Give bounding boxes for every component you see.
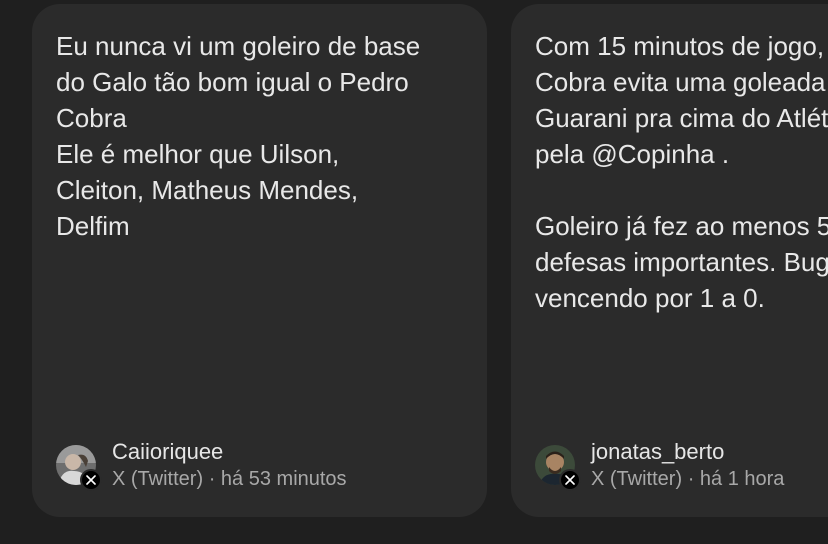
social-post-card[interactable]: Eu nunca vi um goleiro de base do Galo t… xyxy=(32,4,487,517)
author-avatar xyxy=(535,445,581,491)
post-source-line: X (Twitter) · há 1 hora xyxy=(591,466,784,492)
post-author: jonatas_berto X (Twitter) · há 1 hora xyxy=(535,438,784,492)
post-text: Eu nunca vi um goleiro de base do Galo t… xyxy=(56,31,421,241)
separator: · xyxy=(208,468,216,490)
post-text: Com 15 minutos de jogo, Pedro Cobra evit… xyxy=(535,31,828,313)
author-name: jonatas_berto xyxy=(591,439,725,464)
social-post-card[interactable]: Com 15 minutos de jogo, Pedro Cobra evit… xyxy=(511,4,828,517)
post-source-line: X (Twitter) · há 53 minutos xyxy=(112,466,347,492)
x-logo-icon xyxy=(80,469,102,491)
post-meta: jonatas_berto X (Twitter) · há 1 hora xyxy=(591,438,784,492)
source-name: X (Twitter) xyxy=(112,468,204,490)
social-posts-carousel[interactable]: Eu nunca vi um goleiro de base do Galo t… xyxy=(0,0,828,544)
author-name: Caiioriquee xyxy=(112,439,224,464)
post-author: Caiioriquee X (Twitter) · há 53 minutos xyxy=(56,438,347,492)
x-logo-icon xyxy=(559,469,581,491)
post-meta: Caiioriquee X (Twitter) · há 53 minutos xyxy=(112,438,347,492)
source-name: X (Twitter) xyxy=(591,468,683,490)
author-avatar xyxy=(56,445,102,491)
separator: · xyxy=(687,468,695,490)
post-time: há 53 minutos xyxy=(220,468,347,490)
post-time: há 1 hora xyxy=(699,468,785,490)
